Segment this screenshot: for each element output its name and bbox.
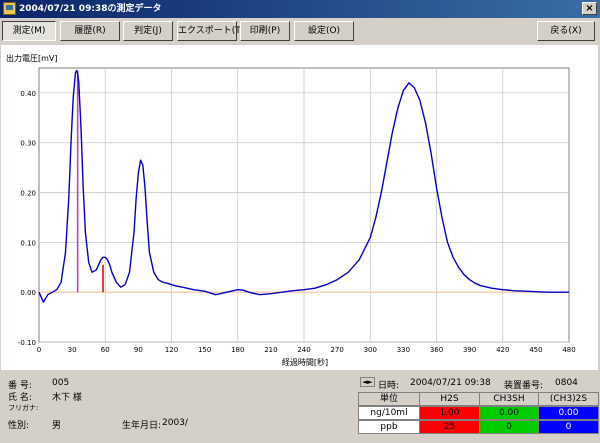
window-title: 2004/07/21 09:38の測定データ xyxy=(19,4,162,14)
y-tick-label: 0.40 xyxy=(20,90,36,98)
x-tick-label: 0 xyxy=(37,346,41,354)
y-axis-label: 出力電圧[mV] xyxy=(6,53,58,63)
measurement-window: 2004/07/21 09:38の測定データ × 測定(M) 履歴(R) 判定(… xyxy=(0,0,600,443)
app-icon xyxy=(3,2,16,15)
judge-button[interactable]: 判定(J) xyxy=(123,21,173,41)
datetime-value: 2004/07/21 09:38 xyxy=(410,378,491,388)
patient-furigana-label: フリガナ: xyxy=(8,404,39,412)
y-tick-label: 0.00 xyxy=(20,289,36,297)
title-bar: 2004/07/21 09:38の測定データ × xyxy=(0,0,600,18)
x-tick-label: 360 xyxy=(430,346,443,354)
back-button[interactable]: 戻る(X) xyxy=(537,21,595,41)
patient-name-label: 氏 名: xyxy=(8,393,32,403)
x-tick-label: 30 xyxy=(68,346,77,354)
row1-h2s-value: 1.00 xyxy=(419,406,480,420)
x-tick-label: 120 xyxy=(165,346,178,354)
device-number-value: 0804 xyxy=(555,378,578,388)
patient-birth: 2003/ xyxy=(162,418,188,428)
row2-h2s-value: 25 xyxy=(419,420,480,434)
x-tick-label: 450 xyxy=(529,346,542,354)
row2-ch3sh-value: 0 xyxy=(479,420,539,434)
x-tick-label: 330 xyxy=(397,346,410,354)
x-tick-label: 420 xyxy=(496,346,509,354)
toolbar: 測定(M) 履歴(R) 判定(J) エクスポート(T) 印刷(P) 設定(O) … xyxy=(0,19,600,43)
chart-background xyxy=(1,45,598,370)
ch32s-header: (CH3)2S xyxy=(538,392,599,406)
patient-sex: 男 xyxy=(52,421,62,431)
x-tick-label: 90 xyxy=(134,346,143,354)
datetime-label: 日時: xyxy=(378,381,400,391)
y-tick-label: 0.30 xyxy=(20,140,36,148)
x-tick-label: 240 xyxy=(297,346,310,354)
row2-unit: ppb xyxy=(358,420,420,434)
row2-ch32s-value: 0 xyxy=(538,420,599,434)
export-button[interactable]: エクスポート(T) xyxy=(177,21,244,41)
settings-button[interactable]: 設定(O) xyxy=(294,21,354,41)
print-button[interactable]: 印刷(P) xyxy=(240,21,290,41)
chromatogram-chart: 出力電圧[mV] 経過時間[秒] -0.10 0.00 0.10 0.20 0.30 0.… xyxy=(0,45,600,370)
y-tick-label: -0.10 xyxy=(18,339,36,347)
x-tick-label: 300 xyxy=(364,346,377,354)
row1-ch32s-value: 0.00 xyxy=(538,406,599,420)
x-tick-label: 480 xyxy=(562,346,575,354)
patient-sex-label: 性別: xyxy=(8,421,30,431)
x-tick-label: 180 xyxy=(231,346,244,354)
x-axis-label: 経過時間[秒] xyxy=(282,357,328,367)
x-tick-label: 390 xyxy=(463,346,476,354)
ch3sh-header: CH3SH xyxy=(479,392,539,406)
x-tick-label: 210 xyxy=(264,346,277,354)
x-tick-label: 270 xyxy=(330,346,343,354)
x-tick-label: 60 xyxy=(101,346,110,354)
patient-number: 005 xyxy=(52,378,70,388)
row1-unit: ng/10ml xyxy=(358,406,420,420)
history-button[interactable]: 履歴(R) xyxy=(60,21,120,41)
record-nav-arrows[interactable]: ◄► xyxy=(360,377,375,387)
y-tick-label: 0.20 xyxy=(20,190,36,198)
patient-name: 木下 様 xyxy=(52,393,82,403)
close-button[interactable]: × xyxy=(582,2,597,15)
x-tick-label: 150 xyxy=(198,346,211,354)
results-panel: ◄► 日時: 2004/07/21 09:38 装置番号: 0804 単位 H2… xyxy=(358,375,600,442)
device-number-label: 装置番号: xyxy=(504,381,544,391)
unit-header: 単位 xyxy=(358,392,420,406)
measure-button[interactable]: 測定(M) xyxy=(2,21,56,41)
patient-birth-label: 生年月日: xyxy=(122,421,162,431)
h2s-header: H2S xyxy=(419,392,480,406)
y-tick-label: 0.10 xyxy=(20,239,36,247)
chart-svg: 出力電圧[mV] 経過時間[秒] -0.10 0.00 0.10 0.20 0.30 0.… xyxy=(1,45,598,370)
info-panel: 番 号: 005 氏 名: 木下 様 フリガナ: 性別: 男 生年月日: 200… xyxy=(0,372,600,443)
row1-ch3sh-value: 0.00 xyxy=(479,406,539,420)
